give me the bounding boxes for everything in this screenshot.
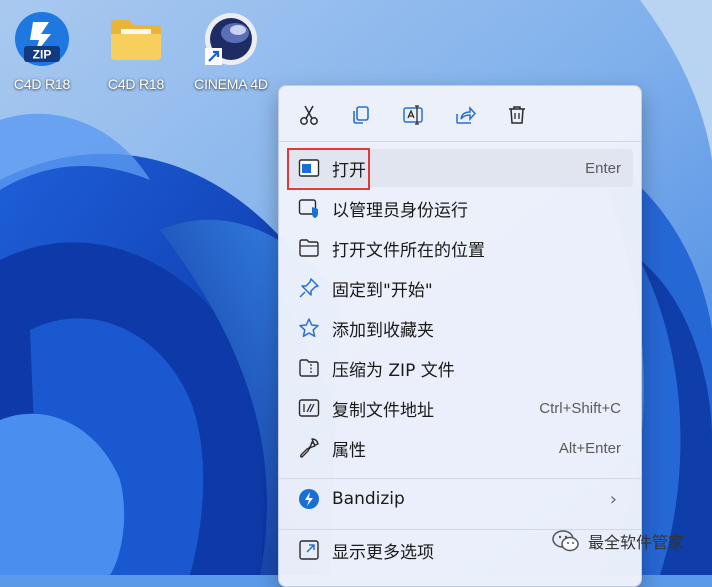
menu-item-label: 压缩为 ZIP 文件 [332,360,455,381]
menu-divider [279,478,641,479]
copy-path-icon [296,395,322,421]
copy-icon [353,106,369,124]
scissors-icon [300,105,318,125]
share-button[interactable] [450,100,480,130]
menu-divider [279,141,641,142]
menu-item-label: 添加到收藏夹 [332,320,434,341]
cinema4d-shortcut-icon [202,10,260,68]
menu-item-run-as-admin[interactable]: 以管理员身份运行 [287,189,633,227]
menu-item-label: 打开文件所在的位置 [332,240,485,261]
menu-item-label: 固定到"开始" [332,280,433,301]
menu-item-open-file-location[interactable]: 打开文件所在的位置 [287,229,633,267]
menu-item-label: 复制文件地址 [332,400,434,421]
share-icon [456,106,476,124]
menu-item-label: 以管理员身份运行 [332,200,468,221]
menu-item-compress-zip[interactable]: 压缩为 ZIP 文件 [287,349,633,387]
menu-item-label: 属性 [332,440,366,461]
menu-item-add-to-favorites[interactable]: 添加到收藏夹 [287,309,633,347]
wechat-icon [552,530,579,552]
menu-item-pin-to-start[interactable]: 固定到"开始" [287,269,633,307]
desktop-icon-cinema4d[interactable]: CINEMA 4D [191,10,271,92]
menu-item-label: Bandizip [332,489,405,509]
svg-text:ZIP: ZIP [33,48,52,62]
shield-run-icon [296,195,322,221]
menu-item-shortcut: Enter [585,159,621,177]
menu-item-properties[interactable]: 属性 Alt+Enter [287,429,633,467]
trash-icon [509,106,525,124]
red-highlight-box [287,148,370,190]
desktop-icon-label: C4D R18 [13,76,71,92]
menu-item-copy-path[interactable]: 复制文件地址 Ctrl+Shift+C [287,389,633,427]
desktop-icon-c4d-zip[interactable]: ZIP C4D R18 [2,10,82,92]
watermark: 最全软件管家 [552,529,684,553]
desktop-icon-c4d-folder[interactable]: C4D R18 [96,10,176,92]
cut-button[interactable] [294,100,324,130]
folder-open-icon [296,235,322,261]
desktop-icon-label: CINEMA 4D [194,76,268,92]
watermark-text: 最全软件管家 [588,533,685,552]
wrench-icon [296,435,322,461]
desktop-icon-label: C4D R18 [107,76,165,92]
menu-item-shortcut: Ctrl+Shift+C [539,399,621,417]
rename-icon [403,105,423,125]
zip-archive-icon: ZIP [13,10,71,68]
rename-button[interactable] [398,100,428,130]
copy-button[interactable] [346,100,376,130]
quick-actions-bar [294,100,532,130]
star-icon [296,315,322,341]
expand-icon [296,537,322,563]
menu-item-shortcut: Alt+Enter [558,439,621,457]
menu-item-bandizip[interactable]: Bandizip › [287,480,633,518]
delete-button[interactable] [502,100,532,130]
folder-icon [107,10,165,68]
chevron-right-icon: › [609,488,617,510]
bandizip-icon [296,486,322,512]
pin-icon [296,275,322,301]
zip-folder-icon [296,355,322,381]
